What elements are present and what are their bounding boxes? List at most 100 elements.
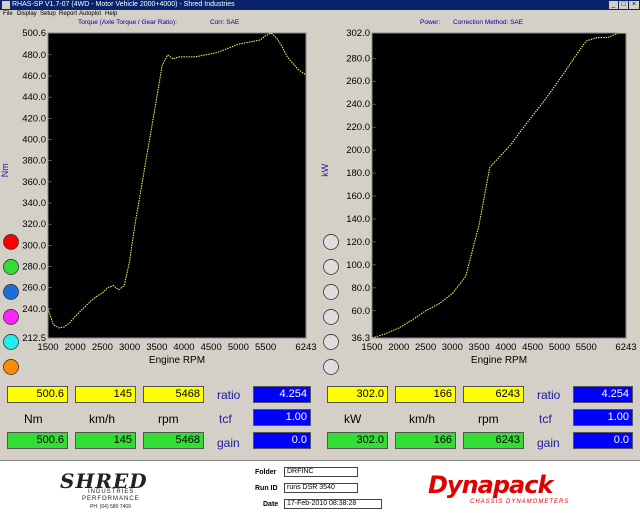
power-ytick-label: 220.0 (346, 122, 370, 133)
power-xaxis-label: Engine RPM (471, 355, 527, 366)
power-ytick-label: 100.0 (346, 260, 370, 271)
power-ytick-label: 80.0 (352, 283, 371, 294)
tcf-label: tcf (219, 412, 232, 426)
menu-help[interactable]: Help (105, 10, 117, 19)
torque-xtick-label: 3000 (119, 342, 140, 353)
power-xtick-label: 6243 (615, 342, 636, 353)
gain-label: gain (217, 436, 240, 450)
shred-logo: SHRED INDUSTRIES PERFORMANCE PH: (04) 58… (60, 469, 180, 511)
speed-value-green: 166 (395, 432, 456, 449)
dynapack-logo-main: Dynapack (428, 471, 553, 499)
menu-setup[interactable]: Setup (40, 10, 56, 19)
power-value-yellow: 302.0 (327, 386, 388, 403)
power-xtick-label: 5000 (549, 342, 570, 353)
power-plot-area (371, 32, 627, 339)
torque-ytick-label: 480.0 (22, 50, 46, 61)
power-xtick-label: 4000 (495, 342, 516, 353)
power-channel-button[interactable] (323, 234, 339, 250)
torque-xtick-label: 2500 (92, 342, 113, 353)
rpm-value-green: 5468 (143, 432, 204, 449)
power-unit-label: kW (344, 412, 362, 426)
window-titlebar: RHAS-SP V1.7-07 (4WD - Motor Vehicle 200… (0, 0, 640, 10)
torque-ytick-label: 260.0 (22, 283, 46, 294)
power-channel-button[interactable] (323, 284, 339, 300)
menu-autoplot[interactable]: Autoplot (79, 10, 101, 19)
speed-value-yellow: 145 (75, 386, 136, 403)
window-title: RHAS-SP V1.7-07 (4WD - Motor Vehicle 200… (12, 1, 235, 8)
date-label: Date (263, 501, 279, 508)
torque-xtick-label: 3500 (146, 342, 167, 353)
rpm-value-green: 6243 (463, 432, 524, 449)
power-ytick-label: 200.0 (346, 145, 370, 156)
torque-ytick-label: 300.0 (22, 240, 46, 251)
maximize-button[interactable]: □ (619, 1, 628, 9)
date-value: 17-Feb-2010 08:38:28 (284, 499, 382, 509)
ratio-label: ratio (217, 388, 241, 402)
power-channel-button[interactable] (323, 259, 339, 275)
torque-xtick-label: 5000 (228, 342, 249, 353)
gain-value: 0.0 (253, 432, 311, 449)
menu-report[interactable]: Report (59, 10, 77, 19)
power-ytick-label: 280.0 (346, 53, 370, 64)
power-xtick-label: 2500 (415, 342, 436, 353)
shred-logo-phone: PH: (04) 580 7409 (90, 504, 131, 510)
folder-value: DRFINC (284, 467, 358, 477)
torque-ytick-label: 460.0 (22, 71, 46, 82)
torque-channel-button[interactable] (3, 309, 19, 325)
speed-value-green: 145 (75, 432, 136, 449)
shred-logo-sub2: PERFORMANCE (82, 496, 140, 502)
power-xtick-label: 3500 (469, 342, 490, 353)
torque-ytick-label: 280.0 (22, 262, 46, 273)
ratio-value: 4.254 (573, 386, 633, 403)
runid-value: runs DSR 3540 (284, 483, 358, 493)
menu-display[interactable]: Display (17, 10, 37, 19)
power-ytick-label: 240.0 (346, 99, 370, 110)
torque-ytick-label: 240.0 (22, 304, 46, 315)
minimize-button[interactable]: _ (609, 1, 618, 9)
torque-value-yellow: 500.6 (7, 386, 68, 403)
torque-chart: 500.6 480.0 460.0 440.0 420.0 400.0 380.0 360.0… (0, 28, 317, 375)
power-channel-button[interactable] (323, 334, 339, 350)
torque-xtick-label: 6243 (295, 342, 316, 353)
torque-panel: Torque (Axle Torque / Gear Ratio): Corr:… (0, 19, 318, 376)
torque-ytick-label: 360.0 (22, 177, 46, 188)
torque-unit-label: Nm (24, 412, 43, 426)
power-value-green: 302.0 (327, 432, 388, 449)
close-button[interactable]: × (629, 1, 639, 9)
menu-bar: File Display Setup Report Autoplot Help (0, 10, 640, 19)
menu-file[interactable]: File (3, 10, 13, 19)
torque-channel-button[interactable] (3, 234, 19, 250)
gain-value: 0.0 (573, 432, 633, 449)
torque-channel-button[interactable] (3, 359, 19, 375)
torque-channel-button[interactable] (3, 334, 19, 350)
power-header: Power: Correction Method: SAE (320, 19, 640, 27)
speed-unit-label: km/h (409, 412, 436, 426)
runid-label: Run ID (255, 485, 278, 492)
shred-logo-sub: INDUSTRIES (88, 489, 135, 495)
torque-ytick-label: 420.0 (22, 113, 46, 124)
tcf-label: tcf (539, 412, 552, 426)
torque-channel-button[interactable] (3, 259, 19, 275)
torque-plot-area (47, 32, 307, 339)
dynapack-logo-sub: CHASSIS DYNAMOMETERS (470, 499, 570, 505)
power-corr: Correction Method: SAE (453, 19, 524, 26)
power-xtick-label: 2000 (388, 342, 409, 353)
ratio-label: ratio (537, 388, 561, 402)
power-xtick-label: 3000 (442, 342, 463, 353)
torque-ytick-label: 500.6 (22, 28, 46, 39)
dynapack-logo: Dynapack CHASSIS DYNAMOMETERS (428, 471, 608, 507)
power-ytick-label: 302.0 (346, 28, 370, 39)
torque-corr: Corr: SAE (210, 19, 240, 26)
ratio-value: 4.254 (253, 386, 311, 403)
power-channel-button[interactable] (323, 309, 339, 325)
torque-channel-button[interactable] (3, 284, 19, 300)
speed-unit-label: km/h (89, 412, 116, 426)
power-ytick-label: 160.0 (346, 191, 370, 202)
torque-ytick-label: 340.0 (22, 198, 46, 209)
torque-xtick-label: 2000 (65, 342, 86, 353)
torque-ytick-label: 440.0 (22, 92, 46, 103)
gain-label: gain (537, 436, 560, 450)
power-ytick-label: 60.0 (352, 306, 371, 317)
power-channel-button[interactable] (323, 359, 339, 375)
speed-value-yellow: 166 (395, 386, 456, 403)
